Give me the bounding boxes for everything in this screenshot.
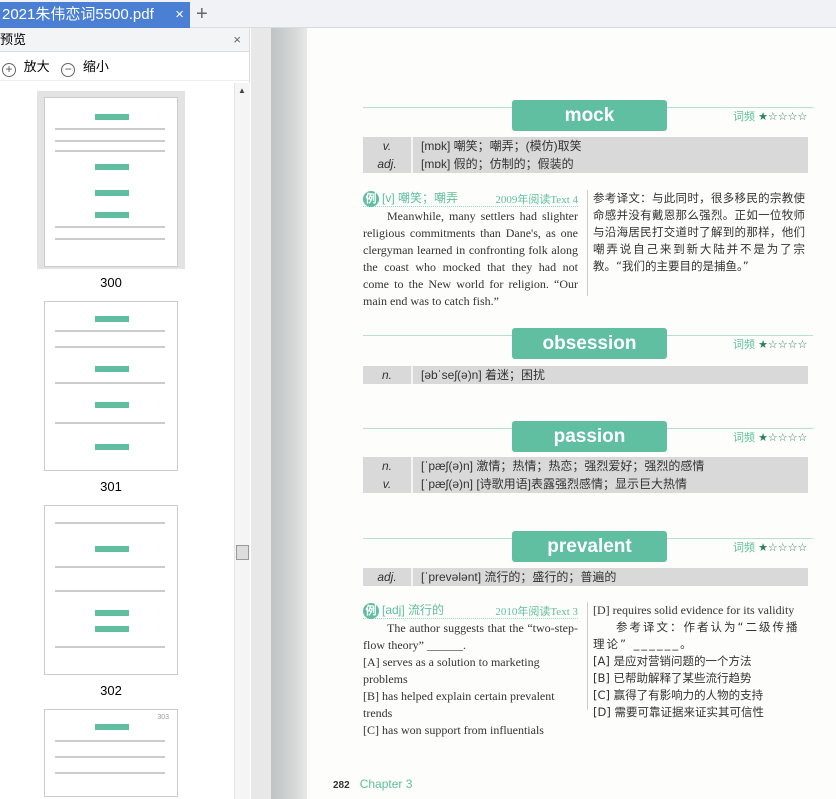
page-number: 282 [333, 780, 350, 791]
document-viewer[interactable]: mock 词频 ★☆☆☆☆ v. [mɒk] 嘲笑；嘲弄；(模仿)取笑 adj.[… [251, 28, 836, 799]
frequency-rating: 词频 ★☆☆☆☆ [733, 542, 808, 554]
zoom-in-label: 放大 [23, 59, 50, 74]
new-tab-button[interactable]: + [196, 2, 208, 26]
definition-row: n. [ˈpæʃ(ə)n] 激情；热情；热恋；强烈爱好；强烈的感情 [363, 457, 808, 475]
tab-title: 2021朱伟恋词5500.pdf [2, 6, 154, 23]
zoom-out-button[interactable]: − 缩小 [61, 59, 113, 77]
thumb-page-label: 303 [157, 714, 169, 721]
example-english: Meanwhile, many settlers had slighter re… [363, 209, 578, 308]
sidebar-header: 预览 × [0, 28, 249, 52]
page-footer: 282 Chapter 3 [333, 777, 412, 791]
document-tab[interactable]: 2021朱伟恋词5500.pdf × [0, 2, 190, 28]
sidebar-title: 预览 [0, 32, 27, 47]
close-sidebar-icon[interactable]: × [233, 28, 241, 52]
headword: prevalent [512, 531, 667, 562]
example-question: The author suggests that the “two-step-f… [363, 621, 578, 737]
thumb-page-label: 302 [100, 683, 122, 698]
zoom-out-label: 缩小 [82, 59, 109, 74]
zoom-toolbar: + 放大 − 缩小 [0, 52, 249, 81]
headword: mock [512, 100, 667, 131]
scroll-up-icon[interactable]: ▲ [238, 86, 246, 95]
definition-row: v. [mɒk] 嘲笑；嘲弄；(模仿)取笑 [363, 137, 808, 155]
definition-row: adj. [ˈprevələnt] 流行的；盛行的；普遍的 [363, 568, 808, 586]
frequency-rating: 词频 ★☆☆☆☆ [733, 339, 808, 351]
frequency-rating: 词频 ★☆☆☆☆ [733, 111, 808, 123]
thumb-page-label: 301 [100, 479, 122, 494]
example-header: 例 [v] 嘲笑；嘲弄 2009年阅读Text 4 [363, 189, 578, 207]
example-icon: 例 [363, 603, 379, 619]
definition-row: v. [ˈpæʃ(ə)n] [诗歌用语]表露强烈感情；显示巨大热情 [363, 475, 808, 493]
definition-row: adj. [mɒk] 假的；仿制的；假装的 [363, 155, 808, 173]
zoom-in-button[interactable]: + 放大 [2, 59, 54, 77]
scrollbar-thumb[interactable] [236, 545, 249, 560]
definition-row: n. [əbˈseʃ(ə)n] 着迷；困扰 [363, 366, 808, 384]
page-gutter [271, 28, 311, 799]
tab-bar: 2021朱伟恋词5500.pdf × + [0, 0, 836, 28]
chapter-label: Chapter 3 [359, 777, 413, 791]
page-thumbnail[interactable] [44, 97, 178, 267]
pdf-page: mock 词频 ★☆☆☆☆ v. [mɒk] 嘲笑；嘲弄；(模仿)取笑 adj.[… [307, 28, 836, 799]
zoom-in-icon: + [2, 63, 16, 77]
zoom-out-icon: − [61, 63, 76, 77]
example-translation: 参考译文：与此同时，很多移民的宗教使命感并没有戴恩那么强烈。正如一位牧师与沿海居… [593, 191, 805, 273]
headword: obsession [512, 328, 667, 359]
example-translation: [D] requires solid evidence for its vali… [593, 603, 800, 719]
frequency-rating: 词频 ★☆☆☆☆ [733, 432, 808, 444]
example-header: 例 [adj] 流行的 2010年阅读Text 3 [363, 601, 578, 619]
close-tab-icon[interactable]: × [175, 2, 184, 28]
preview-sidebar: 预览 × + 放大 − 缩小 300 301 302 303 ▲ [0, 28, 250, 799]
thumb-page-label: 300 [100, 275, 122, 290]
thumbnail-list: 300 301 302 303 [0, 83, 234, 799]
sidebar-scrollbar[interactable]: ▲ [234, 83, 250, 799]
headword: passion [512, 421, 667, 452]
example-icon: 例 [363, 191, 379, 207]
page-thumbnail[interactable]: 303 [44, 709, 178, 797]
page-thumbnail[interactable] [44, 505, 178, 675]
page-thumbnail[interactable] [44, 301, 178, 471]
